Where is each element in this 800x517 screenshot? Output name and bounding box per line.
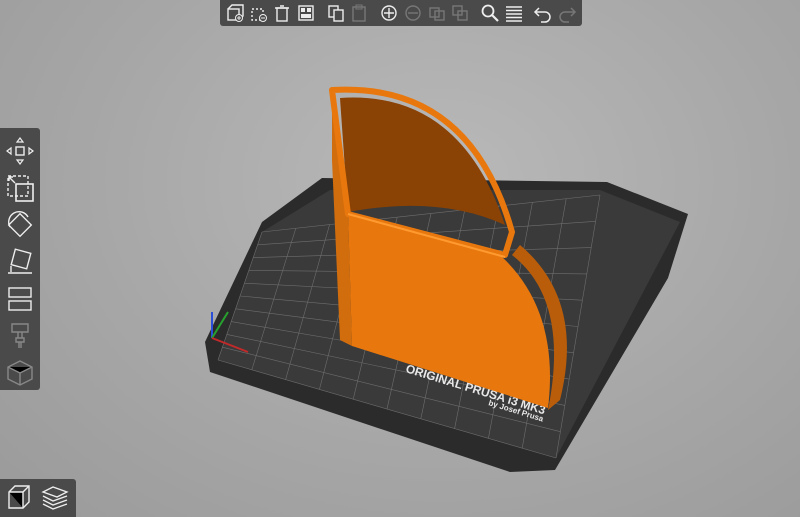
- split-objects-icon[interactable]: [426, 2, 448, 24]
- layers-editing-icon[interactable]: [503, 2, 525, 24]
- add-icon[interactable]: [224, 2, 246, 24]
- seam-icon[interactable]: [3, 357, 37, 390]
- copy-icon[interactable]: [325, 2, 347, 24]
- gizmo-sidebar: [0, 128, 40, 390]
- arrange-icon[interactable]: [295, 2, 317, 24]
- split-parts-icon[interactable]: [450, 2, 472, 24]
- 3d-viewport[interactable]: ORIGINAL PRUSA i3 MK3 by Josef Prusa: [0, 0, 800, 517]
- cut-icon[interactable]: [3, 283, 37, 316]
- paste-icon[interactable]: [349, 2, 371, 24]
- rotate-icon[interactable]: [3, 208, 37, 241]
- supports-icon[interactable]: [3, 320, 37, 353]
- add-instance-icon[interactable]: [378, 2, 400, 24]
- remove-instance-icon[interactable]: [402, 2, 424, 24]
- redo-icon[interactable]: [556, 2, 578, 24]
- scale-icon[interactable]: [3, 171, 37, 204]
- move-icon[interactable]: [3, 134, 37, 167]
- view-toggle: [0, 479, 76, 517]
- delete-icon[interactable]: [248, 2, 270, 24]
- main-toolbar: [220, 0, 582, 26]
- search-icon[interactable]: [479, 2, 501, 24]
- view-preview-icon[interactable]: [38, 481, 72, 515]
- undo-icon[interactable]: [533, 2, 555, 24]
- place-on-face-icon[interactable]: [3, 245, 37, 278]
- delete-all-icon[interactable]: [271, 2, 293, 24]
- view-3d-icon[interactable]: [2, 481, 36, 515]
